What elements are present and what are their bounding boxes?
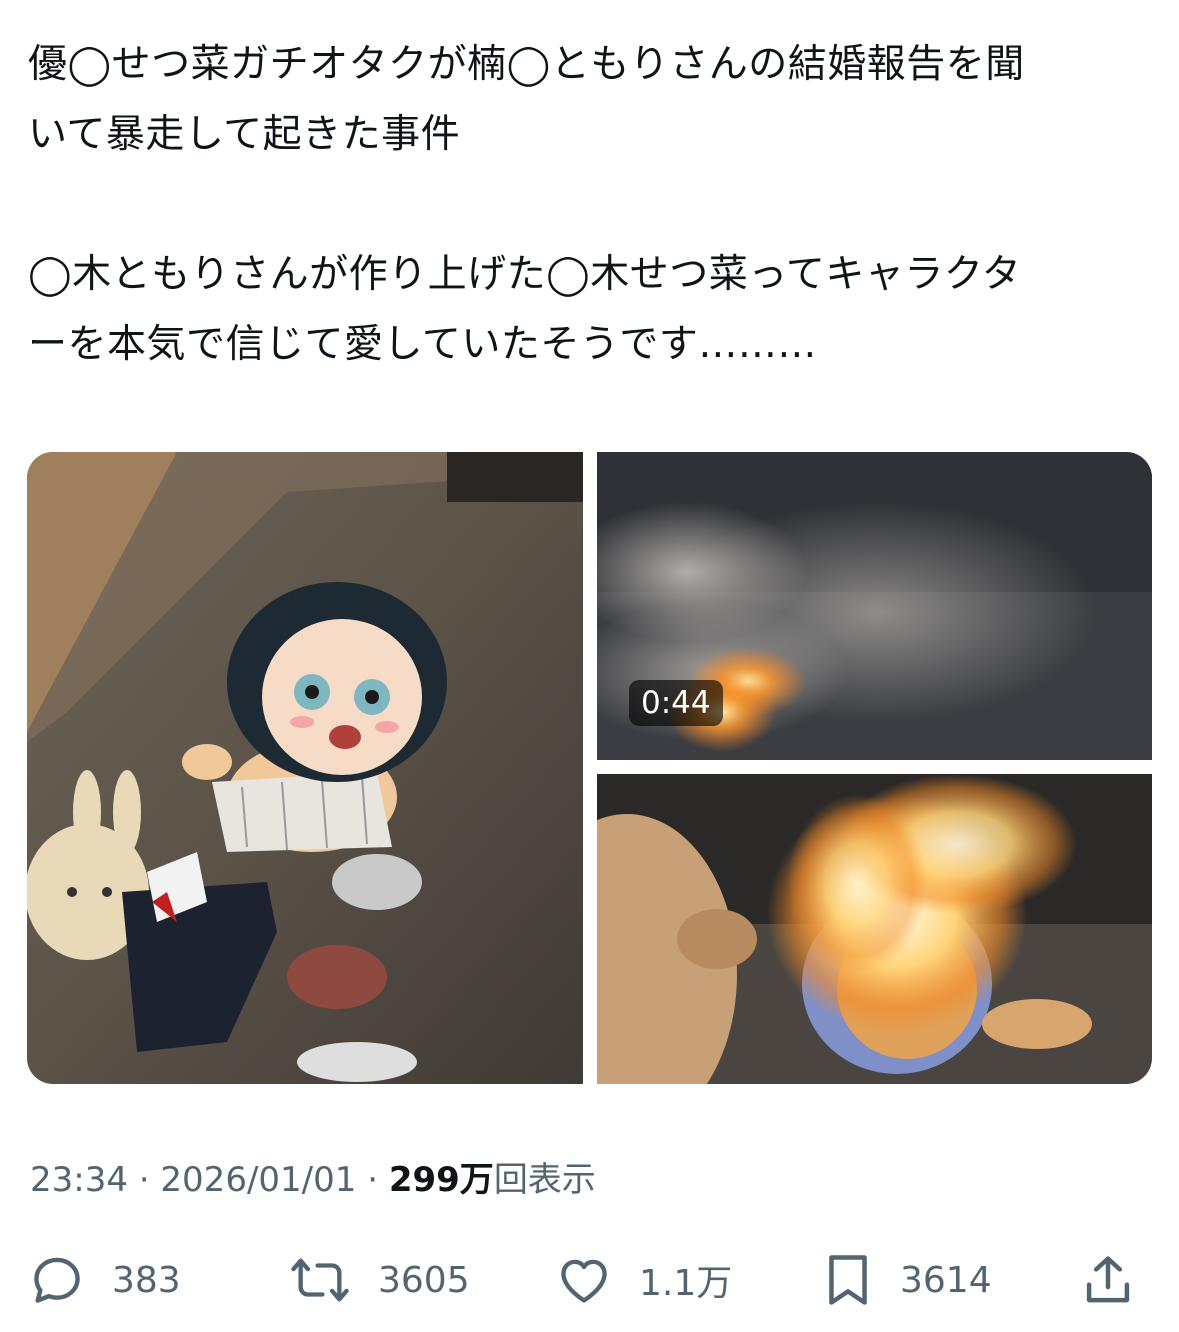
- share-icon: [1082, 1251, 1134, 1309]
- photo-plush-on-carpet[interactable]: [27, 452, 583, 1084]
- media-grid: 0:44: [27, 452, 1152, 1084]
- tweet-line: いて暴走して起きた事件: [28, 112, 461, 157]
- tweet-line: ーを本気で信じて愛していたそうです………: [28, 322, 817, 367]
- action-bar: 383 3605 1.1万 3614: [0, 1240, 1179, 1320]
- bookmark-count: 3614: [900, 1259, 992, 1301]
- bookmark-button[interactable]: 3614: [822, 1240, 992, 1320]
- tweet-date[interactable]: 2026/01/01: [160, 1160, 356, 1200]
- tweet-line: 優◯せつ菜ガチオタクが楠◯ともりさんの結婚報告を聞: [28, 42, 1025, 87]
- tweet-time: 23:34: [30, 1160, 128, 1200]
- retweet-button[interactable]: 3605: [288, 1240, 470, 1320]
- video-smoke-fire[interactable]: 0:44: [597, 452, 1152, 760]
- reply-count: 383: [112, 1259, 181, 1301]
- photo-burning-plush[interactable]: [597, 774, 1152, 1084]
- reply-button[interactable]: 383: [28, 1240, 181, 1320]
- meta-separator: ·: [367, 1160, 379, 1200]
- meta-separator: ·: [138, 1160, 150, 1200]
- reply-icon: [28, 1251, 86, 1309]
- views-count: 299万: [388, 1160, 494, 1200]
- retweet-icon: [288, 1251, 352, 1309]
- video-duration-badge: 0:44: [629, 680, 723, 726]
- tweet-text: 優◯せつ菜ガチオタクが楠◯ともりさんの結婚報告を聞 いて暴走して起きた事件 ◯木…: [28, 30, 1153, 380]
- like-icon: [555, 1251, 613, 1309]
- share-button[interactable]: [1082, 1240, 1134, 1320]
- tweet-line-blank: [28, 170, 1153, 240]
- retweet-count: 3605: [378, 1259, 470, 1301]
- bookmark-icon: [822, 1251, 874, 1309]
- like-button[interactable]: 1.1万: [555, 1240, 732, 1320]
- views-label: 回表示: [493, 1160, 596, 1200]
- tweet-meta: 23:34 · 2026/01/01 · 299万回表示: [30, 1152, 596, 1201]
- like-count: 1.1万: [639, 1263, 733, 1304]
- tweet-line: ◯木ともりさんが作り上げた◯木せつ菜ってキャラクタ: [28, 252, 1022, 297]
